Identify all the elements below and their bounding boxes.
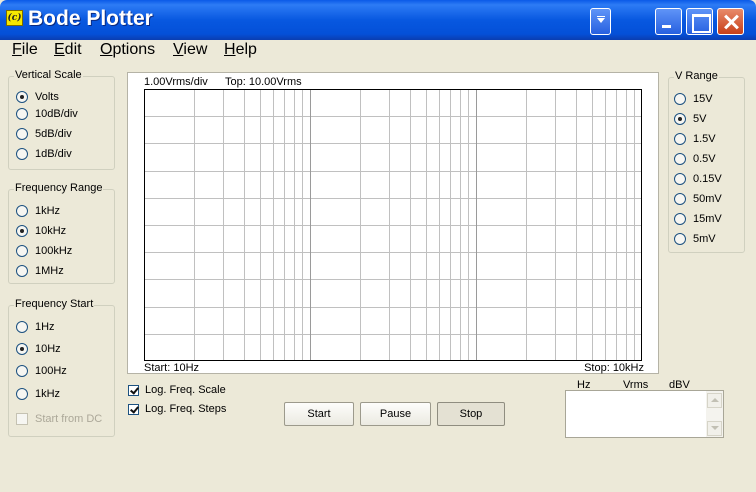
vertical-scale-title: Vertical Scale <box>14 69 83 81</box>
radio-volts[interactable]: Volts <box>16 90 59 104</box>
title-bar[interactable]: (c) Bode Plotter <box>0 0 756 40</box>
radio-100khz-range[interactable]: 100kHz <box>16 244 72 258</box>
start-from-dc-checkbox[interactable]: Start from DC <box>16 412 102 426</box>
radio-10hz-start[interactable]: 10Hz <box>16 342 61 356</box>
log-freq-scale-checkbox[interactable]: Log. Freq. Scale <box>128 383 226 397</box>
frequency-start-title: Frequency Start <box>14 298 95 310</box>
radio-1-5v[interactable]: 1.5V <box>674 132 716 146</box>
radio-5mv[interactable]: 5mV <box>674 232 716 246</box>
menu-options[interactable]: Options <box>100 41 155 59</box>
log-freq-steps-checkbox[interactable]: Log. Freq. Steps <box>128 402 226 416</box>
plot-scale-label: 1.00Vrms/div <box>144 76 208 88</box>
radio-5v[interactable]: 5V <box>674 112 706 126</box>
plot-grid <box>144 89 642 361</box>
menu-file[interactable]: File <box>12 41 38 59</box>
plot-top-label: Top: 10.00Vrms <box>225 76 302 88</box>
radio-1khz-start[interactable]: 1kHz <box>16 387 60 401</box>
plot-stop-label: Stop: 10kHz <box>584 362 644 374</box>
radio-15v[interactable]: 15V <box>674 92 713 106</box>
readout-list[interactable] <box>565 390 724 438</box>
v-range-title: V Range <box>674 70 719 82</box>
vertical-scale-group: Vertical Scale Volts 10dB/div 5dB/div 1d… <box>8 69 115 170</box>
app-icon[interactable]: (c) <box>6 10 23 26</box>
scroll-down-icon[interactable] <box>707 421 722 436</box>
checkmark-icon <box>128 384 139 396</box>
radio-50mv[interactable]: 50mV <box>674 192 722 206</box>
minimize-button[interactable] <box>655 8 682 35</box>
window-title: Bode Plotter <box>28 7 153 30</box>
dropdown-arrow-button[interactable] <box>590 8 611 35</box>
bode-plot[interactable]: 1.00Vrms/div Top: 10.00Vrms Start: 10Hz … <box>127 72 659 374</box>
menu-bar: File Edit Options View Help <box>4 40 752 62</box>
start-button[interactable]: Start <box>284 402 354 426</box>
stop-button[interactable]: Stop <box>437 402 505 426</box>
v-range-group: V Range 15V 5V 1.5V 0.5V 0.15V 50mV 15mV… <box>668 70 745 253</box>
plot-start-label: Start: 10Hz <box>144 362 200 374</box>
radio-1mhz-range[interactable]: 1MHz <box>16 264 64 278</box>
pause-button[interactable]: Pause <box>360 402 431 426</box>
radio-10khz-range[interactable]: 10kHz <box>16 224 66 238</box>
maximize-button[interactable] <box>686 8 713 35</box>
menu-help[interactable]: Help <box>224 41 257 59</box>
frequency-start-group: Frequency Start 1Hz 10Hz 100Hz 1kHz Star… <box>8 298 115 437</box>
menu-edit[interactable]: Edit <box>54 41 82 59</box>
radio-0-15v[interactable]: 0.15V <box>674 172 722 186</box>
frequency-range-title: Frequency Range <box>14 182 104 194</box>
radio-0-5v[interactable]: 0.5V <box>674 152 716 166</box>
radio-100hz-start[interactable]: 100Hz <box>16 364 67 378</box>
scroll-up-icon[interactable] <box>707 393 722 408</box>
menu-view[interactable]: View <box>173 41 207 59</box>
radio-10db-div[interactable]: 10dB/div <box>16 107 78 121</box>
radio-1db-div[interactable]: 1dB/div <box>16 147 72 161</box>
checkmark-icon <box>128 403 139 415</box>
radio-1hz-start[interactable]: 1Hz <box>16 320 55 334</box>
radio-5db-div[interactable]: 5dB/div <box>16 127 72 141</box>
radio-15mv[interactable]: 15mV <box>674 212 722 226</box>
frequency-range-group: Frequency Range 1kHz 10kHz 100kHz 1MHz <box>8 182 115 284</box>
close-button[interactable] <box>717 8 744 35</box>
readout-scrollbar[interactable] <box>706 391 723 437</box>
radio-1khz-range[interactable]: 1kHz <box>16 204 60 218</box>
